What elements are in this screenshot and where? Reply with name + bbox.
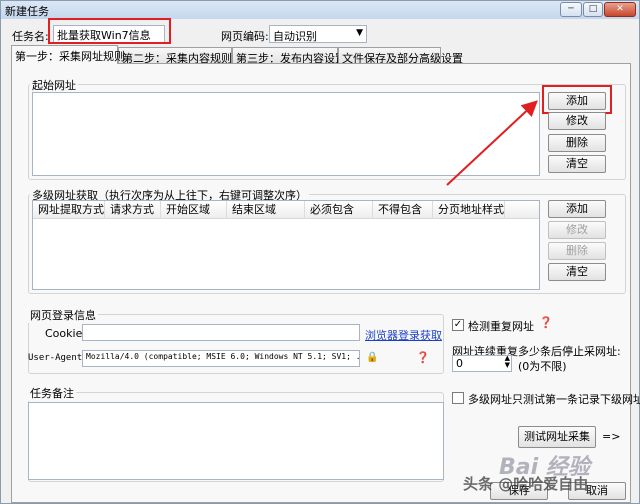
new-task-window: 新建任务 ─ □ ✕ 任务名: 批量获取Win7信息 网页编码: 自动识别 ▼ … xyxy=(0,0,640,504)
annotation-arrow xyxy=(446,100,538,186)
author-watermark: 头条 @哈哈爱自由 xyxy=(463,475,589,493)
tab-step-1[interactable]: 第一步：采集网址规则 xyxy=(11,45,125,64)
